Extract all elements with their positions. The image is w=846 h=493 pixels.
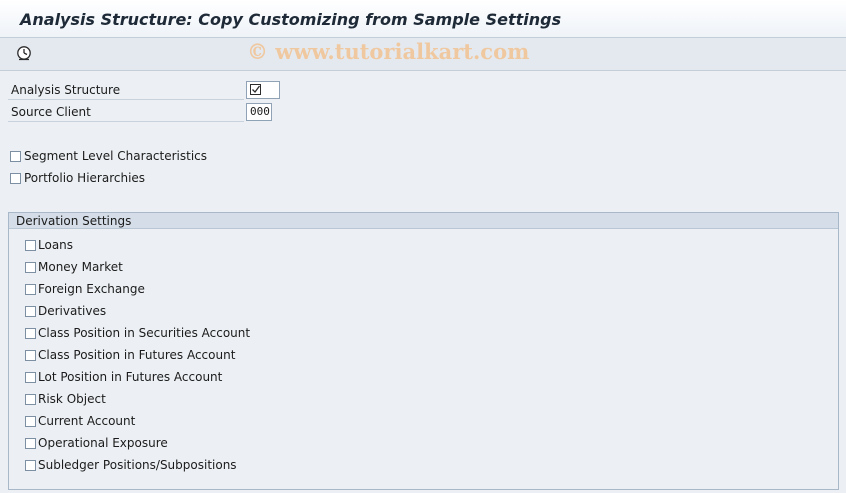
- money-market-checkbox[interactable]: [25, 262, 36, 273]
- subledger-positions-label: Subledger Positions/Subpositions: [38, 458, 237, 472]
- class-position-securities-label: Class Position in Securities Account: [38, 326, 251, 340]
- current-account-label: Current Account: [38, 414, 136, 428]
- operational-exposure-label: Operational Exposure: [38, 436, 168, 450]
- execute-clock-icon: [16, 45, 32, 64]
- risk-object-label: Risk Object: [38, 392, 106, 406]
- source-client-input[interactable]: 000: [246, 103, 272, 121]
- analysis-structure-label: Analysis Structure: [8, 80, 244, 100]
- subledger-positions-checkbox[interactable]: [25, 460, 36, 471]
- title-bar: Analysis Structure: Copy Customizing fro…: [0, 0, 846, 38]
- risk-object-checkbox[interactable]: [25, 394, 36, 405]
- foreign-exchange-checkbox[interactable]: [25, 284, 36, 295]
- loans-label: Loans: [38, 238, 74, 252]
- main-content: Analysis Structure Source Client 000 Seg…: [0, 71, 846, 493]
- lot-position-futures-label: Lot Position in Futures Account: [38, 370, 223, 384]
- watermark: © www.tutorialkart.com: [247, 39, 530, 64]
- execute-button[interactable]: [14, 44, 34, 64]
- checkbox-checked-icon: [250, 84, 262, 99]
- derivatives-checkbox[interactable]: [25, 306, 36, 317]
- money-market-label: Money Market: [38, 260, 123, 274]
- operational-exposure-checkbox[interactable]: [25, 438, 36, 449]
- derivatives-label: Derivatives: [38, 304, 107, 318]
- derivation-settings-title: Derivation Settings: [9, 213, 838, 229]
- loans-checkbox[interactable]: [25, 240, 36, 251]
- source-client-label: Source Client: [8, 102, 244, 122]
- portfolio-hierarchies-checkbox[interactable]: [10, 173, 21, 184]
- portfolio-hierarchies-label: Portfolio Hierarchies: [24, 171, 146, 185]
- class-position-futures-checkbox[interactable]: [25, 350, 36, 361]
- current-account-checkbox[interactable]: [25, 416, 36, 427]
- class-position-futures-label: Class Position in Futures Account: [38, 348, 236, 362]
- lot-position-futures-checkbox[interactable]: [25, 372, 36, 383]
- page-title: Analysis Structure: Copy Customizing fro…: [20, 10, 562, 29]
- segment-level-label: Segment Level Characteristics: [24, 149, 208, 163]
- derivation-settings-group: Derivation Settings Loans Money Market F…: [8, 212, 839, 490]
- foreign-exchange-label: Foreign Exchange: [38, 282, 145, 296]
- segment-level-checkbox[interactable]: [10, 151, 21, 162]
- class-position-securities-checkbox[interactable]: [25, 328, 36, 339]
- analysis-structure-checkbox-field[interactable]: [246, 81, 280, 99]
